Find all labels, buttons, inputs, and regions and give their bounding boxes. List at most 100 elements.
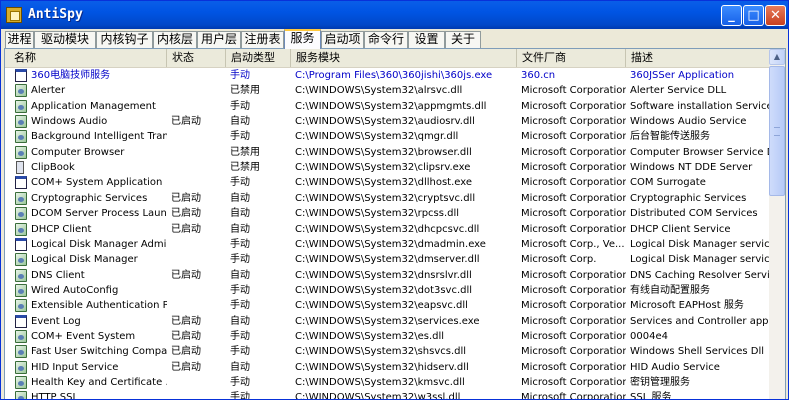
service-name: Background Intelligent Tran... (31, 131, 167, 143)
service-start-type: 手动 (230, 392, 250, 400)
tab-strip: 进程 驱动模块 内核钩子 内核层 用户层 注册表 服务 启动项 命令行 设置 关… (1, 29, 788, 49)
service-vendor: Microsoft Corp., Ve... (521, 238, 625, 250)
tab-about[interactable]: 关于 (445, 31, 481, 48)
service-module: C:\WINDOWS\System32\hidserv.dll (295, 361, 469, 373)
table-row[interactable]: Health Key and Certificate ... 手动 C:\WINDO… (5, 375, 769, 390)
service-status (167, 68, 226, 83)
table-row[interactable]: ClipBook 已禁用 C:\WINDOWS\System32\clipsrv.e… (5, 160, 769, 175)
service-start-type: 手动 (230, 300, 250, 312)
tab-driver-modules[interactable]: 驱动模块 (34, 31, 96, 48)
table-row[interactable]: Alerter 已禁用 C:\WINDOWS\System32\alrsvc.dll… (5, 83, 769, 98)
minimize-button[interactable]: _ (721, 5, 742, 26)
table-row[interactable]: Wired AutoConfig 手动 C:\WINDOWS\System32\do… (5, 283, 769, 298)
table-row[interactable]: Computer Browser 已禁用 C:\WINDOWS\System32\b… (5, 145, 769, 160)
service-vendor: Microsoft Corporation (521, 346, 626, 358)
column-header-status[interactable]: 状态 (167, 49, 226, 67)
service-vendor: Microsoft Corporation (521, 192, 626, 204)
service-module: C:\WINDOWS\System32\dot3svc.dll (295, 284, 473, 296)
table-row[interactable]: HID Input Service 已启动 自动 C:\WINDOWS\System3… (5, 360, 769, 375)
service-vendor: Microsoft Corporation (521, 284, 626, 296)
tab-kernel-layer[interactable]: 内核层 (153, 31, 197, 48)
service-vendor: Microsoft Corporation (521, 146, 626, 158)
service-module: C:\WINDOWS\System32\eapsvc.dll (295, 300, 468, 312)
table-row[interactable]: Extensible Authentication P... 手动 C:\WINDO… (5, 298, 769, 313)
service-module: C:\WINDOWS\System32\audiosrv.dll (295, 116, 475, 128)
column-header-start-type[interactable]: 启动类型 (226, 49, 291, 67)
scroll-up-button[interactable]: ▲ (769, 49, 785, 65)
tab-kernel-hooks[interactable]: 内核钩子 (96, 31, 153, 48)
table-row[interactable]: Fast User Switching Compat... 已启动 手动 C:\WIN… (5, 344, 769, 359)
scroll-thumb[interactable] (769, 66, 785, 196)
column-header-name[interactable]: 名称 (5, 49, 167, 67)
service-description: COM Surrogate (630, 177, 706, 189)
table-row[interactable]: DHCP Client 已启动 自动 C:\WINDOWS\System32\dhcp… (5, 222, 769, 237)
table-row[interactable]: Logical Disk Manager Admini... 手动 C:\WINDO… (5, 237, 769, 252)
service-description: SSL 服务 (630, 392, 672, 400)
service-module: C:\WINDOWS\System32\dhcpcsvc.dll (295, 223, 480, 235)
service-name: Application Management (31, 100, 156, 112)
service-description: Windows Audio Service (630, 116, 747, 128)
service-vendor: Microsoft Corporation (521, 208, 626, 220)
service-description: Software installation Service (630, 100, 769, 112)
service-module: C:\WINDOWS\System32\dmserver.dll (295, 254, 480, 266)
table-row[interactable]: Windows Audio 已启动 自动 C:\WINDOWS\System32\au… (5, 114, 769, 129)
service-vendor: Microsoft Corporation (521, 300, 626, 312)
table-row[interactable]: Event Log 已启动 自动 C:\WINDOWS\System32\servic… (5, 314, 769, 329)
table-row[interactable]: COM+ System Application 手动 C:\WINDOWS\Syst… (5, 175, 769, 190)
service-module: C:\WINDOWS\System32\kmsvc.dll (295, 377, 465, 388)
maximize-button[interactable]: □ (743, 5, 764, 26)
vertical-scrollbar[interactable]: ▲ (769, 49, 785, 399)
service-module: C:\WINDOWS\System32\dllhost.exe (295, 177, 473, 189)
column-header-vendor[interactable]: 文件厂商 (517, 49, 626, 67)
service-start-type: 自动 (230, 269, 250, 281)
service-description: 密钥管理服务 (630, 377, 690, 388)
column-header-description[interactable]: 描述 (626, 49, 769, 67)
service-status: 已启动 (171, 223, 201, 235)
service-description: DHCP Client Service (630, 223, 731, 235)
table-row[interactable]: COM+ Event System 已启动 手动 C:\WINDOWS\System3… (5, 329, 769, 344)
service-start-type: 手动 (230, 100, 250, 112)
service-module: C:\WINDOWS\System32\dnsrslvr.dll (295, 269, 472, 281)
table-row[interactable]: DCOM Server Process Laun... 已启动 自动 C:\WINDO… (5, 206, 769, 221)
close-button[interactable]: ✕ (765, 5, 786, 26)
table-row[interactable]: Application Management 手动 C:\WINDOWS\Syste… (5, 99, 769, 114)
tab-registry[interactable]: 注册表 (241, 31, 284, 48)
title-bar[interactable]: AntiSpy _ □ ✕ (1, 1, 788, 29)
table-row[interactable]: HTTP SSL 手动 C:\WINDOWS\System32\w3ssl.dll M… (5, 390, 769, 400)
tab-command-line[interactable]: 命令行 (364, 31, 408, 48)
tab-process[interactable]: 进程 (5, 31, 34, 48)
service-name: Computer Browser (31, 146, 125, 158)
service-start-type: 自动 (230, 208, 250, 220)
service-start-type: 手动 (230, 346, 250, 358)
tab-services[interactable]: 服务 (284, 29, 321, 49)
table-row[interactable]: Cryptographic Services 已启动 自动 C:\WINDOWS\Sy… (5, 191, 769, 206)
table-row[interactable]: Logical Disk Manager 手动 C:\WINDOWS\System3… (5, 252, 769, 267)
table-row[interactable]: Background Intelligent Tran... 手动 C:\WINDO… (5, 129, 769, 144)
service-module: C:\WINDOWS\System32\qmgr.dll (295, 131, 459, 143)
service-start-type: 已禁用 (230, 146, 260, 158)
service-description: Logical Disk Manager service dll (630, 254, 769, 266)
tab-startup[interactable]: 启动项 (321, 31, 364, 48)
service-status (167, 160, 226, 175)
tab-settings[interactable]: 设置 (408, 31, 445, 48)
service-vendor: Microsoft Corporation (521, 392, 626, 400)
service-status: 已启动 (171, 208, 201, 220)
service-name: HTTP SSL (31, 392, 79, 400)
service-start-type: 自动 (230, 223, 250, 235)
column-header-module[interactable]: 服务模块 (291, 49, 517, 67)
table-row[interactable]: DNS Client 已启动 自动 C:\WINDOWS\System32\dnsrs… (5, 268, 769, 283)
service-status: 已启动 (171, 269, 201, 281)
service-name: COM+ System Application (31, 177, 163, 189)
service-description: Cryptographic Services (630, 192, 747, 204)
service-name: Wired AutoConfig (31, 284, 119, 296)
service-module: C:\Program Files\360\360jishi\360js.exe (295, 70, 493, 81)
table-row[interactable]: 360电脑技师服务 手动 C:\Program Files\360\360jishi… (5, 68, 769, 83)
service-description: Computer Browser Service DLL (630, 146, 769, 158)
service-start-type: 自动 (230, 116, 250, 128)
service-name: 360电脑技师服务 (31, 70, 111, 81)
tab-user-layer[interactable]: 用户层 (197, 31, 241, 48)
service-description: Windows Shell Services Dll (630, 346, 764, 358)
service-start-type: 手动 (230, 284, 250, 296)
service-description: 360JSSer Application (630, 70, 735, 81)
service-status: 已启动 (171, 361, 201, 373)
